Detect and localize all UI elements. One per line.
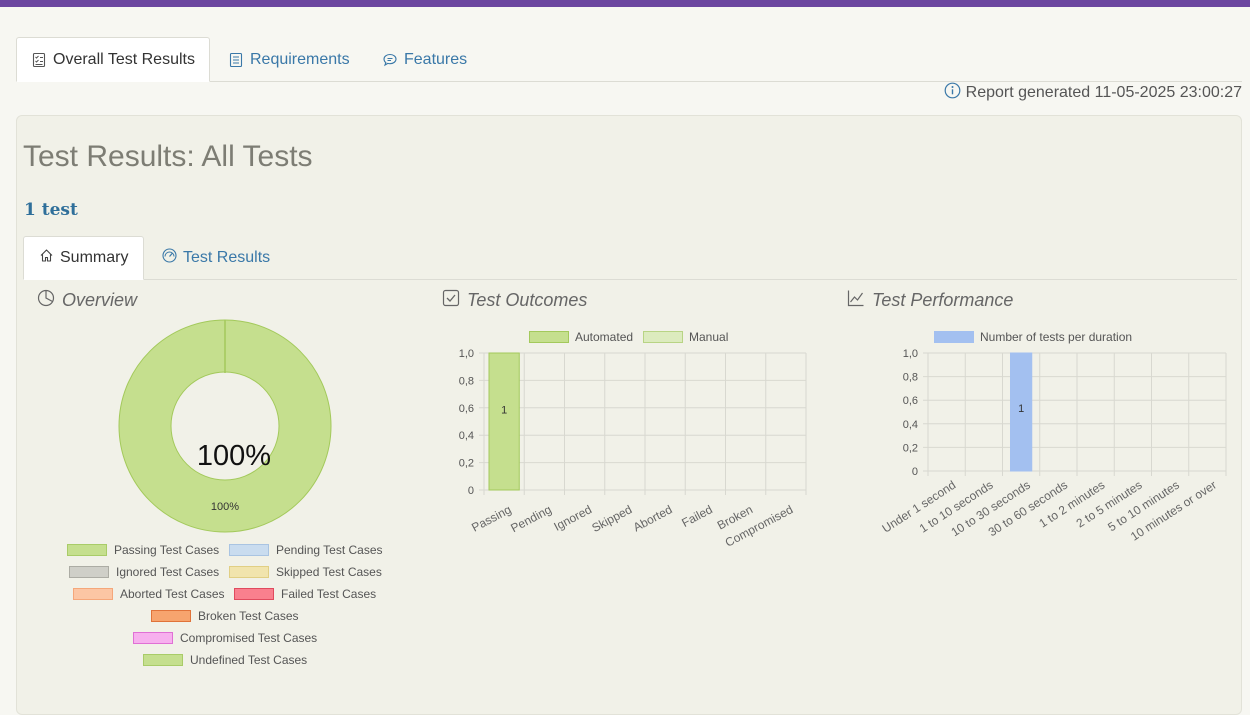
x-category-label: Pending (508, 502, 553, 535)
report-generated-info: Report generated 11-05-2025 23:00:27 (944, 82, 1242, 104)
legend-swatch (229, 544, 269, 556)
legend-swatch (133, 632, 173, 644)
top-accent-bar (0, 0, 1250, 7)
x-category-label: Passing (469, 502, 513, 534)
overview-legend-item[interactable]: Broken Test Cases (151, 608, 299, 624)
y-tick-label: 0,4 (903, 419, 918, 431)
test-outcomes-chart: 0 0,2 0,4 0,6 0,8 1,0 1 PassingPendingIgnoredSk… (459, 348, 807, 550)
legend-swatch (73, 588, 113, 600)
report-generated-text: Report generated 11-05-2025 23:00:27 (965, 84, 1242, 101)
legend-label: Compromised Test Cases (180, 631, 318, 645)
results-panel: Test Results: All Tests 1 test Summary T… (16, 115, 1242, 715)
pie-chart-icon (37, 289, 55, 312)
overview-legend-item[interactable]: Failed Test Cases (234, 586, 376, 602)
gauge-icon (162, 248, 177, 268)
test-count-link[interactable]: 1 test (24, 200, 78, 220)
test-performance-heading: Test Performance (847, 288, 1013, 312)
overview-legend-item[interactable]: Compromised Test Cases (133, 630, 317, 646)
y-tick-label: 0,2 (903, 442, 918, 454)
y-tick-label: 0,4 (459, 430, 474, 442)
legend-label: Undefined Test Cases (190, 653, 308, 667)
y-tick-label: 0 (468, 485, 474, 497)
overview-legend-item[interactable]: Undefined Test Cases (143, 652, 307, 668)
overview-legend-item[interactable]: Aborted Test Cases (73, 586, 225, 602)
y-tick-label: 0,6 (459, 403, 474, 415)
line-chart-icon (847, 289, 865, 312)
x-category-label: Ignored (552, 502, 595, 533)
bar-value-label: 1 (1018, 403, 1024, 415)
report-checklist-icon (31, 52, 47, 68)
legend-swatch (229, 566, 269, 578)
legend-swatch (67, 544, 107, 556)
tab-features[interactable]: Features (382, 37, 467, 82)
legend-label: Failed Test Cases (281, 587, 377, 601)
test-outcomes-heading: Test Outcomes (442, 288, 587, 312)
legend-swatch (143, 654, 183, 666)
y-tick-label: 0,8 (459, 375, 474, 387)
test-performance-heading-text: Test Performance (872, 289, 1014, 310)
home-icon (39, 248, 54, 268)
tab-requirements[interactable]: Requirements (228, 37, 350, 82)
overview-donut-chart: 100% 100% (118, 319, 332, 533)
test-performance-chart: 00,20,40,60,81,01Under 1 second1 to 10 s… (880, 348, 1227, 544)
legend-swatch (69, 566, 109, 578)
donut-slice-label: 100% (211, 501, 239, 513)
y-tick-label: 0,6 (903, 395, 918, 407)
x-category-label: Skipped (589, 502, 634, 535)
checkbox-icon (442, 289, 460, 312)
legend-swatch (151, 610, 191, 622)
legend-label: Ignored Test Cases (116, 565, 220, 579)
tab-test-results[interactable]: Test Results (162, 236, 270, 280)
legend-swatch (234, 588, 274, 600)
tab-overall-test-results[interactable]: Overall Test Results (16, 37, 210, 82)
list-icon (228, 52, 244, 68)
comment-icon (382, 52, 398, 68)
overview-legend-item[interactable]: Ignored Test Cases (69, 564, 219, 580)
y-tick-label: 0,8 (903, 372, 918, 384)
legend-label: Passing Test Cases (114, 543, 220, 557)
bar-automated (488, 352, 520, 491)
info-icon (944, 82, 961, 104)
y-tick-label: 1,0 (903, 348, 918, 360)
overview-heading: Overview (37, 288, 137, 312)
main-tab-bar: Overall Test Results Requirements Featur… (16, 37, 1242, 82)
overview-legend-item[interactable]: Passing Test Cases (67, 542, 219, 558)
legend-label: Pending Test Cases (276, 543, 383, 557)
tab-label: Requirements (250, 50, 350, 68)
x-category-label: Aborted (631, 502, 675, 534)
legend-label: Aborted Test Cases (120, 587, 225, 601)
tab-label: Overall Test Results (53, 50, 195, 68)
overview-heading-text: Overview (62, 289, 138, 310)
test-outcomes-heading-text: Test Outcomes (467, 289, 588, 310)
overview-legend-item[interactable]: Skipped Test Cases (229, 564, 382, 580)
legend-label: Skipped Test Cases (276, 565, 382, 579)
page-title: Test Results: All Tests (23, 140, 313, 173)
tab-summary[interactable]: Summary (23, 236, 145, 280)
donut-center-label: 100% (197, 440, 271, 472)
overview-legend-item[interactable]: Pending Test Cases (229, 542, 383, 558)
sub-tab-bar: Summary Test Results (23, 236, 1237, 280)
y-tick-label: 1,0 (459, 348, 474, 360)
legend-label: Broken Test Cases (198, 609, 299, 623)
tab-label: Summary (60, 249, 129, 266)
y-tick-label: 0,2 (459, 458, 474, 470)
tab-label: Features (404, 50, 468, 68)
x-category-label: Failed (679, 502, 714, 530)
y-tick-label: 0 (912, 466, 918, 478)
bar-value-label: 1 (501, 405, 507, 417)
tab-label: Test Results (183, 249, 271, 266)
